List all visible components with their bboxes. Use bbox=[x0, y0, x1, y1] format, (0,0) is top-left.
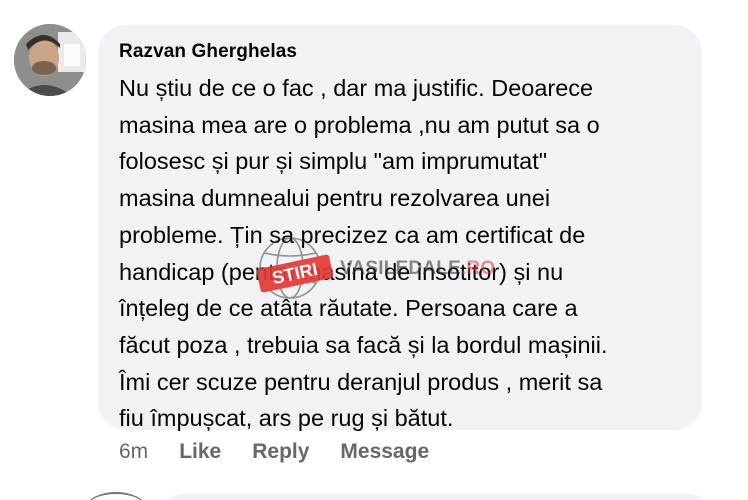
comment-line: masina dumnealui pentru rezolvarea unei bbox=[119, 185, 551, 212]
comment-author-name[interactable]: Razvan Gherghelas bbox=[119, 41, 297, 63]
comment-line: Nu știu de ce o fac , dar ma justific. D… bbox=[119, 75, 594, 101]
reply-button[interactable]: Reply bbox=[252, 440, 309, 464]
author-avatar[interactable] bbox=[14, 24, 86, 96]
comment-actions: 6m Like Reply Message bbox=[119, 440, 460, 464]
comment-line: făcut poza , trebuia sa facă și la bordu… bbox=[119, 331, 608, 358]
comment-line: masina mea are o problema ,nu am putut s… bbox=[119, 111, 600, 138]
comment-line: fiu împușcat, ars pe rug și bătut. bbox=[119, 405, 454, 432]
comment-timestamp[interactable]: 6m bbox=[119, 440, 148, 464]
watermark-site-tld: .RO bbox=[460, 258, 496, 279]
next-comment-avatar bbox=[86, 492, 146, 500]
next-comment-bubble bbox=[166, 494, 706, 500]
watermark-site: VASILEDALE.RO bbox=[340, 258, 495, 280]
comment-thread: Razvan Gherghelas Nu știu de ce o fac , … bbox=[0, 0, 748, 500]
watermark-site-main: VASILEDALE bbox=[340, 258, 461, 279]
message-button[interactable]: Message bbox=[340, 440, 429, 464]
like-button[interactable]: Like bbox=[179, 440, 221, 464]
comment-line: folosesc și pur și simplu "am imprumutat… bbox=[119, 148, 548, 175]
comment-line: Îmi cer scuze pentru deranjul produs , m… bbox=[119, 368, 603, 395]
